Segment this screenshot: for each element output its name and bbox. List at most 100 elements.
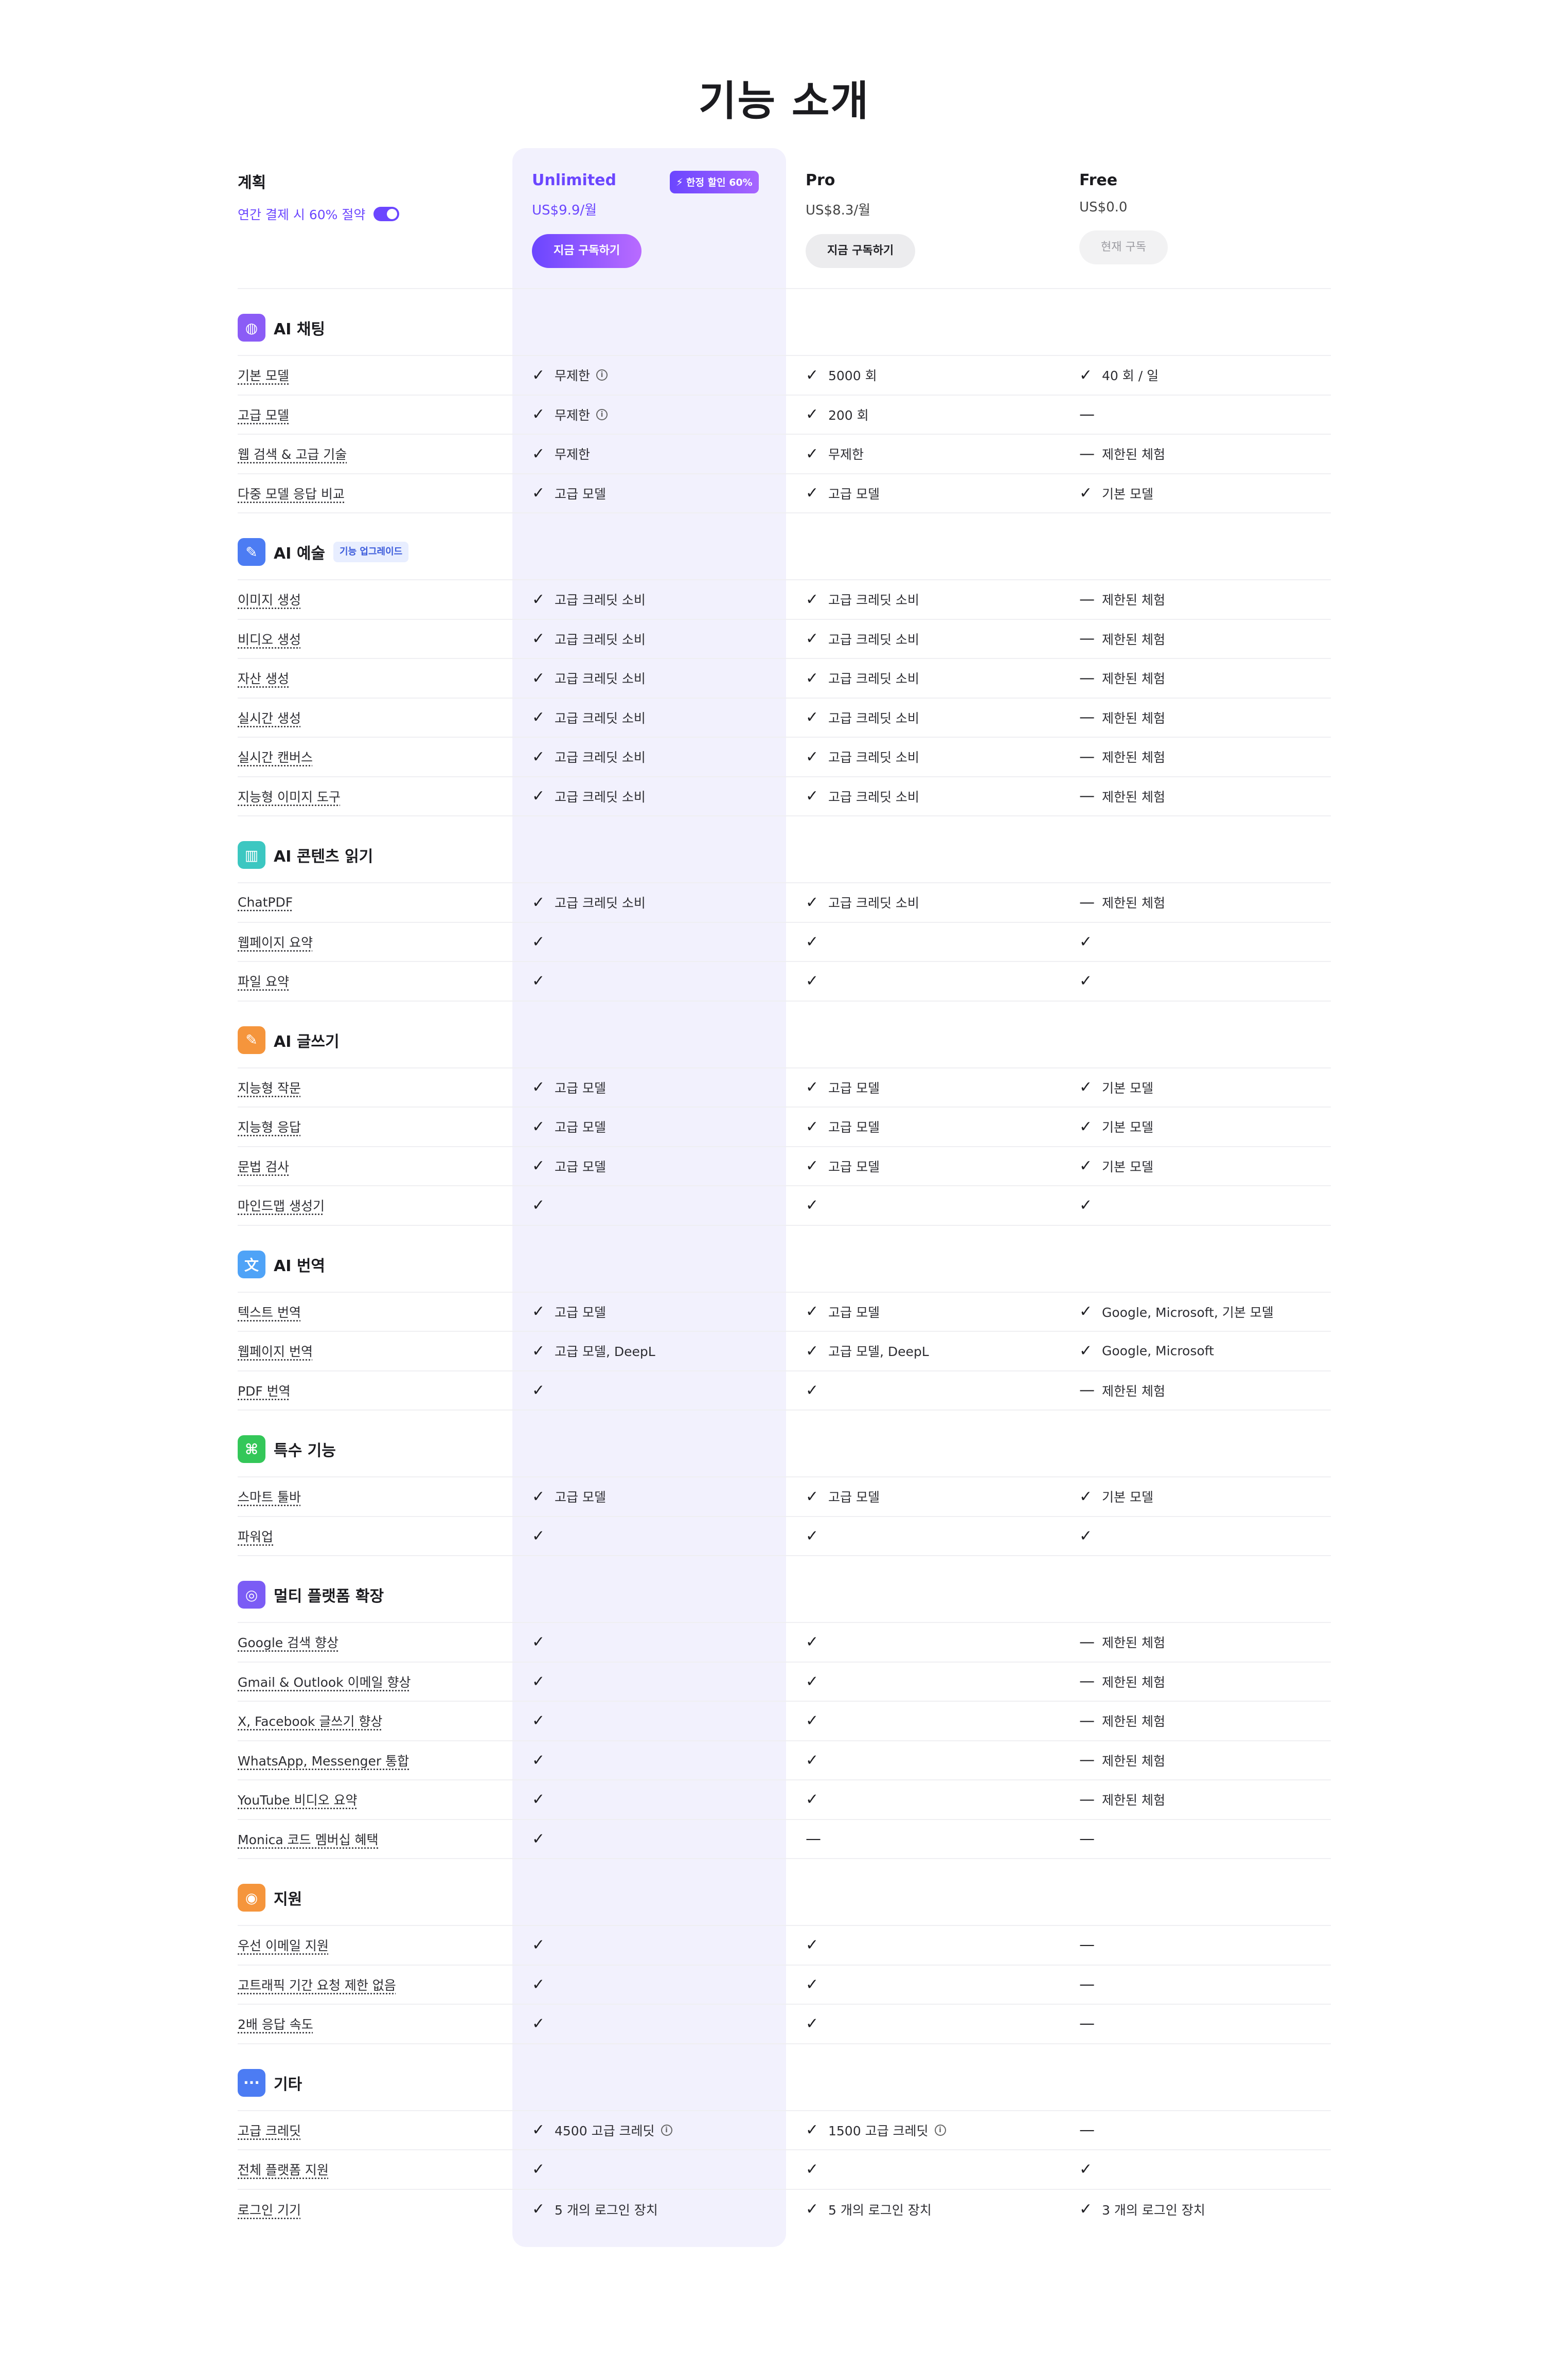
free-cell: ✓ xyxy=(1079,972,1098,990)
feature-name[interactable]: 웹 검색 & 고급 기술 xyxy=(238,444,347,463)
plan-pro-header: Pro US$8.3/월 지금 구독하기 xyxy=(806,171,916,268)
table-row: YouTube 비디오 요약 ✓ ✓ — 제한된 체험 xyxy=(238,1780,1331,1820)
free-cell: — xyxy=(1079,1936,1098,1954)
dash-icon: — xyxy=(806,1830,821,1848)
subscribe-unlimited-button[interactable]: 지금 구독하기 xyxy=(532,234,642,268)
current-plan-button[interactable]: 현재 구독 xyxy=(1079,230,1168,264)
unlimited-cell: ✓ 고급 모델 xyxy=(532,1157,606,1175)
check-icon: ✓ xyxy=(532,1078,545,1097)
feature-name[interactable]: 다중 모델 응답 비교 xyxy=(238,484,345,503)
feature-name[interactable]: Google 검색 향상 xyxy=(238,1633,338,1651)
feature-name[interactable]: 파워업 xyxy=(238,1527,273,1545)
feature-name[interactable]: 스마트 툴바 xyxy=(238,1487,301,1506)
table-row: 텍스트 번역 ✓ 고급 모델 ✓ 고급 모델 ✓ Google, Microsoft, 기본… xyxy=(238,1293,1331,1332)
check-icon: ✓ xyxy=(532,1672,545,1691)
cell-value: 고급 크레딧 소비 xyxy=(555,750,646,765)
feature-name[interactable]: 고급 모델 xyxy=(238,405,289,424)
table-row: 마인드맵 생성기 ✓ ✓ ✓ xyxy=(238,1186,1331,1226)
check-icon: ✓ xyxy=(806,1078,819,1097)
check-icon: ✓ xyxy=(1079,1487,1093,1506)
feature-name[interactable]: 지능형 응답 xyxy=(238,1117,301,1136)
feature-name[interactable]: 전체 플랫폼 지원 xyxy=(238,2160,329,2179)
check-icon: ✓ xyxy=(532,2200,545,2219)
plan-unlimited-name: Unlimited xyxy=(532,171,616,189)
free-cell: — 제한된 체험 xyxy=(1079,1672,1165,1691)
feature-name[interactable]: 실시간 생성 xyxy=(238,708,301,727)
cell-value: 무제한 xyxy=(555,447,591,462)
free-cell: — 제한된 체험 xyxy=(1079,1711,1165,1730)
feature-name[interactable]: ChatPDF xyxy=(238,895,293,910)
section-header: ··· 기타 xyxy=(238,2044,1331,2111)
plan-free-header: Free US$0.0 현재 구독 xyxy=(1079,171,1168,264)
dash-icon: — xyxy=(1079,787,1095,806)
feature-name[interactable]: 고트래픽 기간 요청 제한 없음 xyxy=(238,1975,396,1994)
feature-name[interactable]: 자산 생성 xyxy=(238,669,289,687)
check-icon: ✓ xyxy=(532,366,545,384)
unlimited-cell: ✓ 5 개의 로그인 장치 xyxy=(532,2200,658,2219)
pro-cell: ✓ xyxy=(806,1751,824,1769)
table-row: 지능형 이미지 도구 ✓ 고급 크레딧 소비 ✓ 고급 크레딧 소비 — 제한된 체험 xyxy=(238,777,1331,816)
free-cell: ✓ xyxy=(1079,933,1098,951)
feature-name[interactable]: 비디오 생성 xyxy=(238,630,301,648)
annual-toggle-row[interactable]: 연간 결제 시 60% 절약 xyxy=(238,205,400,223)
table-row: 이미지 생성 ✓ 고급 크레딧 소비 ✓ 고급 크레딧 소비 — 제한된 체험 xyxy=(238,580,1331,620)
table-row: 비디오 생성 ✓ 고급 크레딧 소비 ✓ 고급 크레딧 소비 — 제한된 체험 xyxy=(238,620,1331,659)
cell-value: 제한된 체험 xyxy=(1102,1635,1165,1651)
info-icon[interactable]: i xyxy=(596,408,608,420)
check-icon: ✓ xyxy=(532,747,545,766)
pro-cell: ✓ xyxy=(806,1633,824,1651)
feature-name[interactable]: YouTube 비디오 요약 xyxy=(238,1790,358,1809)
cell-value: 고급 모델 xyxy=(555,1159,606,1174)
feature-name[interactable]: 파일 요약 xyxy=(238,972,289,990)
feature-name[interactable]: Monica 코드 멤버십 혜택 xyxy=(238,1830,379,1848)
check-icon: ✓ xyxy=(532,2160,545,2179)
cell-value: 3 개의 로그인 장치 xyxy=(1102,2202,1205,2218)
feature-name[interactable]: 지능형 작문 xyxy=(238,1078,301,1097)
dash-icon: — xyxy=(1079,1633,1095,1651)
feature-name[interactable]: 텍스트 번역 xyxy=(238,1303,301,1321)
pro-cell: ✓ 고급 모델 xyxy=(806,1117,880,1136)
pro-cell: ✓ 고급 크레딧 소비 xyxy=(806,590,919,609)
check-icon: ✓ xyxy=(806,484,819,503)
check-icon: ✓ xyxy=(532,2121,545,2139)
table-row: 고트래픽 기간 요청 제한 없음 ✓ ✓ — xyxy=(238,1966,1331,2005)
feature-name[interactable]: 웹페이지 번역 xyxy=(238,1342,313,1360)
feature-name[interactable]: PDF 번역 xyxy=(238,1381,291,1400)
table-row: 전체 플랫폼 지원 ✓ ✓ ✓ xyxy=(238,2150,1331,2190)
feature-name[interactable]: 마인드맵 생성기 xyxy=(238,1196,325,1215)
unlimited-cell: ✓ 고급 크레딧 소비 xyxy=(532,787,646,806)
feature-name[interactable]: 로그인 기기 xyxy=(238,2200,301,2219)
check-icon: ✓ xyxy=(532,484,545,503)
info-icon[interactable]: i xyxy=(661,2124,672,2136)
info-icon[interactable]: i xyxy=(934,2124,946,2136)
feature-name[interactable]: 웹페이지 요약 xyxy=(238,933,313,951)
cell-value: 제한된 체험 xyxy=(1102,896,1165,911)
feature-name[interactable]: Gmail & Outlook 이메일 향상 xyxy=(238,1672,411,1691)
cell-value: 고급 모델 xyxy=(828,1305,880,1320)
feature-name[interactable]: 문법 검사 xyxy=(238,1157,289,1175)
feature-name[interactable]: 우선 이메일 지원 xyxy=(238,1936,329,1954)
feature-name[interactable]: 이미지 생성 xyxy=(238,590,301,609)
pro-cell: ✓ 무제한 xyxy=(806,444,864,463)
cell-value: 제한된 체험 xyxy=(1102,447,1165,462)
cell-value: 고급 크레딧 소비 xyxy=(555,632,646,647)
annual-billing-toggle[interactable] xyxy=(373,207,400,221)
check-icon: ✓ xyxy=(806,787,819,806)
check-icon: ✓ xyxy=(806,1936,819,1954)
pro-cell: ✓ xyxy=(806,1672,824,1690)
feature-name[interactable]: WhatsApp, Messenger 통합 xyxy=(238,1751,409,1770)
unlimited-cell: ✓ xyxy=(532,1633,550,1651)
cell-value: 고급 크레딧 소비 xyxy=(555,896,646,911)
toggle-knob xyxy=(387,209,398,219)
dash-icon: — xyxy=(1079,1936,1095,1954)
feature-name[interactable]: 기본 모델 xyxy=(238,366,289,384)
cell-value: 고급 크레딧 소비 xyxy=(555,710,646,726)
feature-name[interactable]: X, Facebook 글쓰기 향상 xyxy=(238,1711,382,1730)
feature-name[interactable]: 지능형 이미지 도구 xyxy=(238,787,341,806)
feature-name[interactable]: 고급 크레딧 xyxy=(238,2121,301,2139)
dash-icon: — xyxy=(1079,747,1095,766)
info-icon[interactable]: i xyxy=(596,369,608,381)
subscribe-pro-button[interactable]: 지금 구독하기 xyxy=(806,234,916,268)
feature-name[interactable]: 실시간 캔버스 xyxy=(238,747,313,766)
feature-name[interactable]: 2배 응답 속도 xyxy=(238,2014,313,2033)
